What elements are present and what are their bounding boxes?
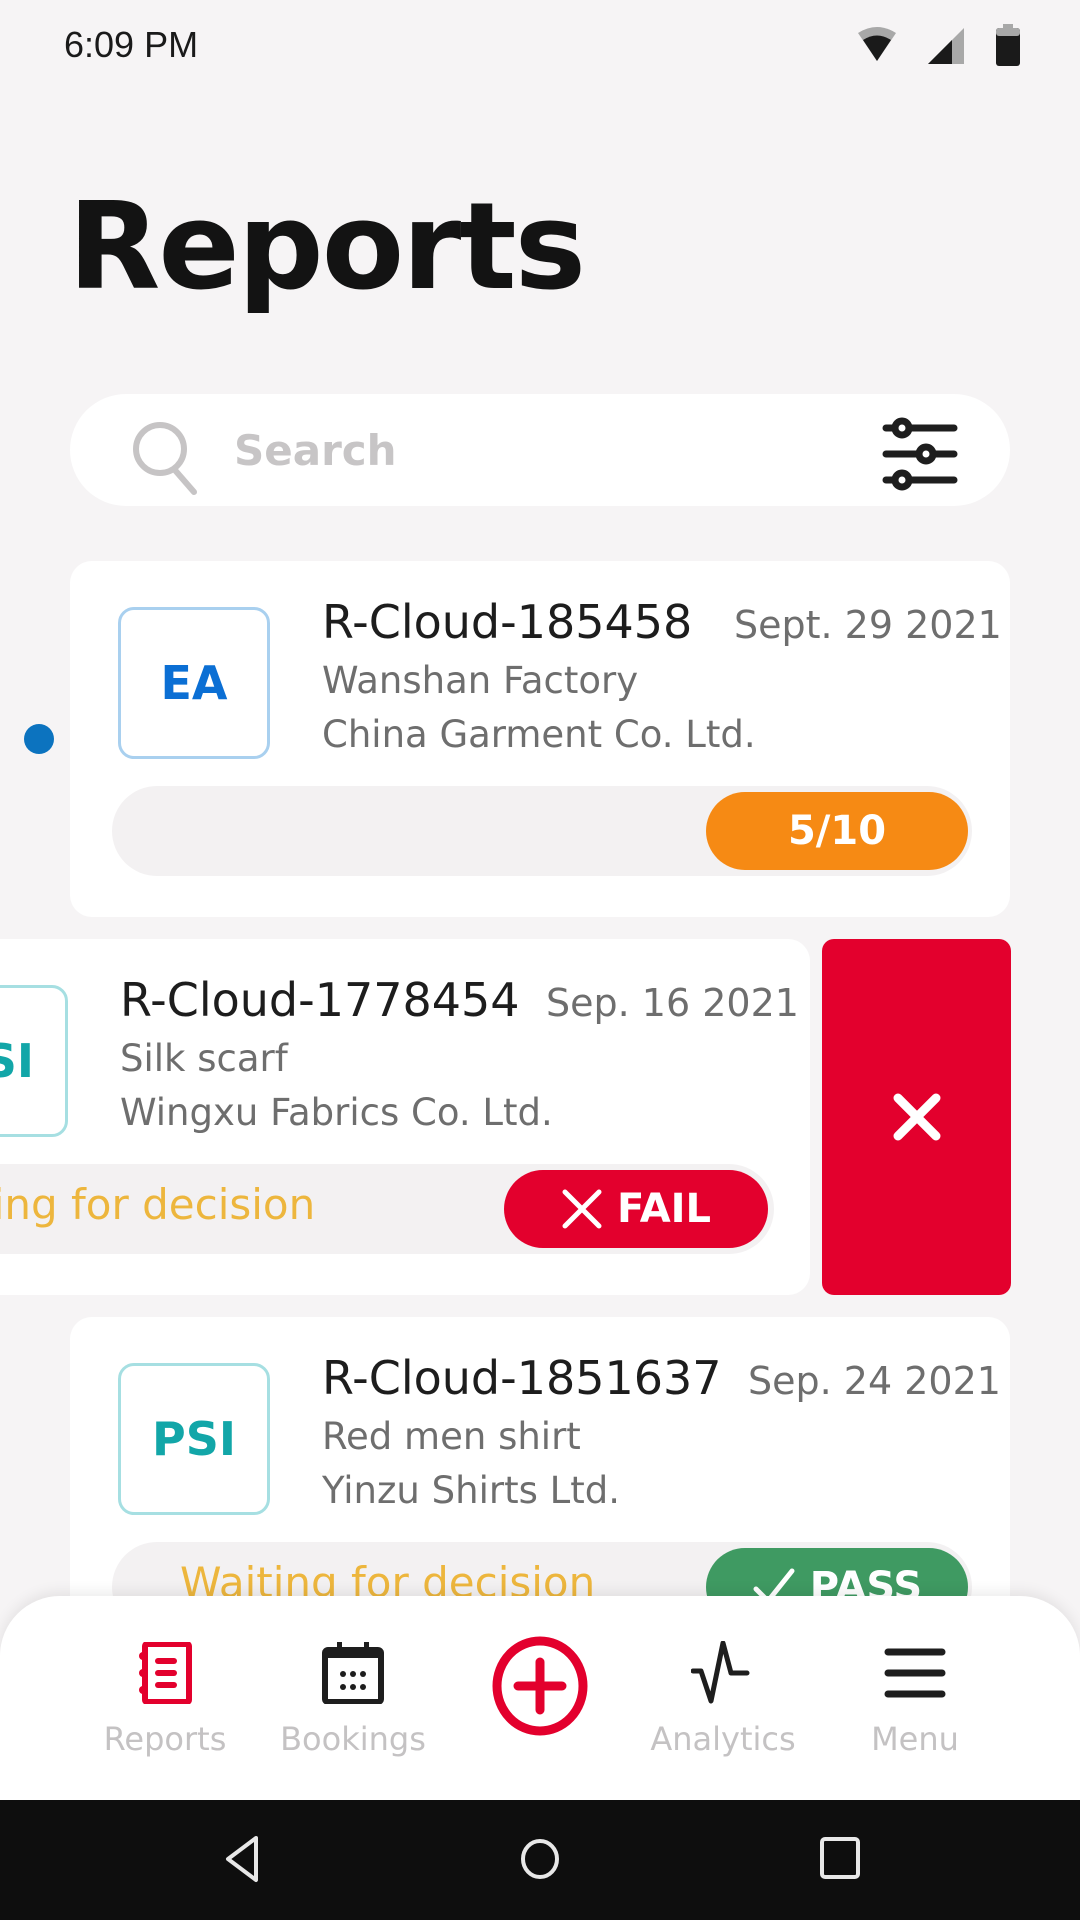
report-company: China Garment Co. Ltd. (322, 713, 756, 756)
report-product: Red men shirt (322, 1415, 581, 1458)
report-company: Wingxu Fabrics Co. Ltd. (120, 1091, 553, 1134)
fail-result-pill[interactable]: FAIL (504, 1170, 768, 1248)
report-date: Sep. 24 2021 (748, 1359, 1001, 1403)
nav-item-menu[interactable]: Menu (830, 1596, 1000, 1800)
delete-swipe-button[interactable] (822, 939, 1011, 1295)
status-time: 6:09 PM (64, 24, 199, 65)
filter-sliders-icon[interactable] (882, 416, 958, 492)
report-date: Sep. 16 2021 (546, 981, 799, 1025)
report-card[interactable]: PSI R-Cloud-1778454 Sep. 16 2021 Silk sc… (0, 939, 810, 1295)
nav-label: Analytics (650, 1720, 796, 1758)
x-icon (562, 1189, 602, 1229)
nav-label: Menu (871, 1720, 959, 1758)
add-circle-icon (492, 1636, 588, 1736)
report-type-badge: PSI (0, 985, 68, 1137)
back-icon[interactable] (222, 1834, 262, 1884)
report-type-badge: PSI (118, 1363, 270, 1515)
report-date: Sept. 29 2021 (734, 603, 1002, 647)
recents-icon[interactable] (818, 1834, 862, 1884)
report-product: Wanshan Factory (322, 659, 639, 702)
report-card[interactable]: EA R-Cloud-185458 Sept. 29 2021 Wanshan … (70, 561, 1010, 917)
hamburger-menu-icon (884, 1648, 946, 1698)
progress-track: 5/10 (112, 786, 972, 876)
nav-item-add[interactable] (455, 1596, 625, 1800)
home-icon[interactable] (518, 1834, 562, 1884)
bottom-nav: Reports Bookings Analytics Menu (0, 1596, 1080, 1800)
nav-item-analytics[interactable]: Analytics (638, 1596, 808, 1800)
report-id: R-Cloud-1778454 (120, 973, 520, 1027)
status-track: Waiting for decision FAIL (0, 1164, 774, 1254)
report-product: Silk scarf (120, 1037, 288, 1080)
nav-item-bookings[interactable]: Bookings (268, 1596, 438, 1800)
battery-icon (996, 24, 1020, 66)
search-input[interactable] (234, 420, 834, 480)
progress-pill: 5/10 (706, 792, 968, 870)
status-bar: 6:09 PM (0, 0, 1080, 96)
search-bar[interactable] (70, 394, 1010, 506)
calendar-icon (322, 1642, 384, 1704)
search-icon (133, 422, 197, 495)
nav-item-reports[interactable]: Reports (80, 1596, 250, 1800)
report-company: Yinzu Shirts Ltd. (322, 1469, 620, 1512)
system-nav-bar (0, 1800, 1080, 1920)
close-icon (893, 1093, 940, 1141)
pulse-chart-icon (691, 1641, 750, 1704)
report-id: R-Cloud-1851637 (322, 1351, 722, 1405)
wifi-icon (858, 27, 896, 61)
report-type-badge: EA (118, 607, 270, 759)
cell-signal-icon (928, 28, 964, 64)
nav-label: Reports (103, 1720, 227, 1758)
nav-label: Bookings (280, 1720, 426, 1758)
unread-indicator (24, 724, 54, 754)
page-title: Reports (68, 178, 586, 317)
reports-notebook-icon (139, 1642, 192, 1704)
report-id: R-Cloud-185458 (322, 595, 693, 649)
status-text: Waiting for decision (0, 1180, 316, 1229)
